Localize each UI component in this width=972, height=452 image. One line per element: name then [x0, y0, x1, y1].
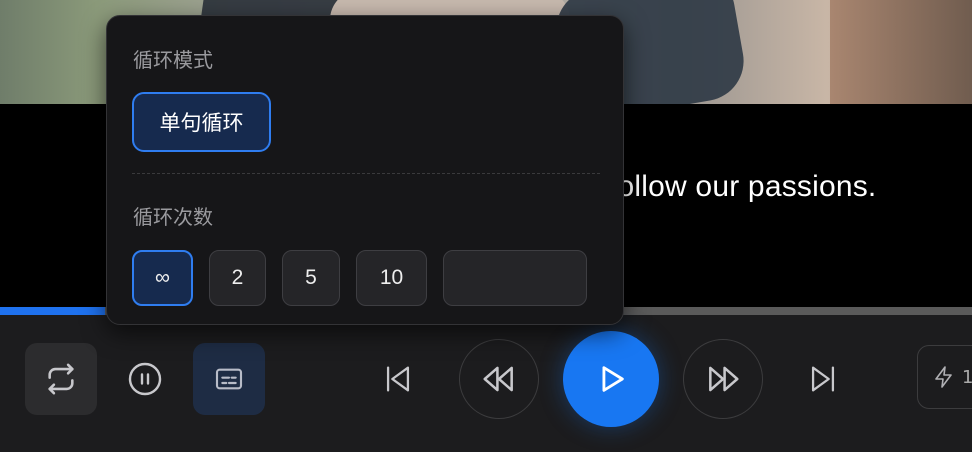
repeat-icon: [44, 362, 78, 396]
fast-forward-button[interactable]: [683, 339, 763, 419]
divider: [132, 173, 600, 174]
loop-mode-single-sentence[interactable]: 单句循环: [132, 92, 271, 152]
loop-button[interactable]: [25, 343, 97, 415]
progress-fill: [0, 307, 105, 315]
count-option-2[interactable]: 2: [209, 250, 266, 306]
count-option-infinite[interactable]: ∞: [132, 250, 193, 306]
rewind-button[interactable]: [459, 339, 539, 419]
play-button[interactable]: [563, 331, 659, 427]
custom-count-input[interactable]: [454, 265, 576, 291]
loop-settings-popup: 循环模式 单句循环 循环次数 ∞ 2 5 10: [106, 15, 624, 325]
rewind-icon: [480, 360, 518, 398]
next-button[interactable]: [793, 349, 853, 409]
count-option-5[interactable]: 5: [282, 250, 340, 306]
speed-button[interactable]: 1: [917, 345, 972, 409]
speed-icon: [932, 365, 956, 389]
control-bar: 1: [0, 315, 972, 452]
loop-count-title: 循环次数: [133, 205, 213, 229]
loop-mode-title: 循环模式: [133, 48, 213, 72]
speed-label: 1: [962, 366, 972, 388]
custom-count-field[interactable]: [443, 250, 587, 306]
subtitles-icon: [213, 363, 245, 395]
pause-icon: [127, 361, 163, 397]
play-icon: [594, 362, 628, 396]
subtitle-text: follow our passions.: [609, 170, 877, 203]
skip-back-icon: [381, 362, 415, 396]
previous-button[interactable]: [368, 349, 428, 409]
pause-button[interactable]: [109, 343, 181, 415]
video-content-right: [830, 0, 972, 104]
subtitles-button[interactable]: [193, 343, 265, 415]
fast-forward-icon: [704, 360, 742, 398]
skip-forward-icon: [806, 362, 840, 396]
count-option-10[interactable]: 10: [356, 250, 427, 306]
